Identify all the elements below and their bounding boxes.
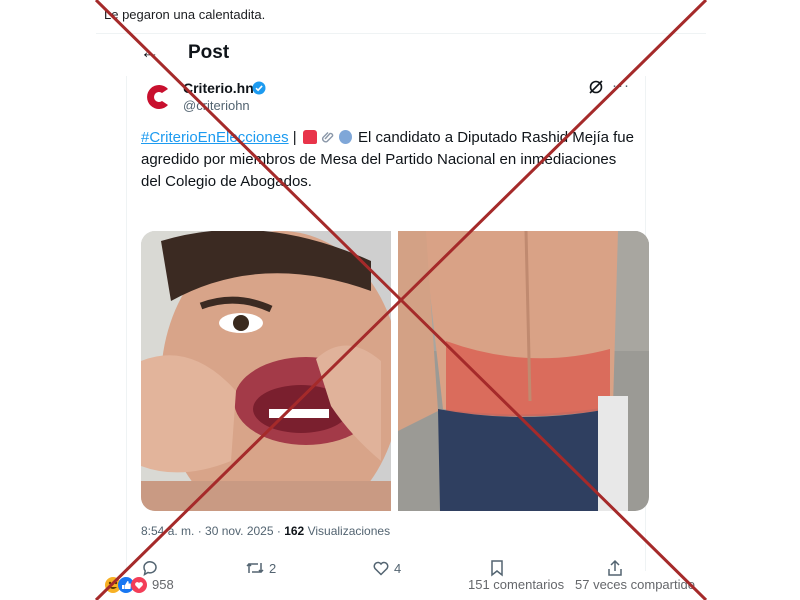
tweet-text: #CriterioEnElecciones | El candidato a D…: [141, 127, 637, 193]
comments-count[interactable]: 151 comentarios: [468, 577, 564, 592]
hashtag-link[interactable]: #CriterioEnElecciones: [141, 129, 289, 146]
grok-icon[interactable]: [588, 79, 604, 95]
views-count: 162: [284, 524, 305, 538]
paperclip-emoji: [321, 132, 334, 143]
views-label: Visualizaciones: [304, 524, 391, 538]
more-icon[interactable]: ···: [612, 77, 630, 94]
post-header: ← Post: [96, 34, 706, 76]
tweet-body: Criterio.hn @criteriohn ··· #CriterioEnE…: [126, 76, 649, 577]
tooth-emoji: [338, 130, 352, 144]
post-title: Post: [188, 42, 230, 63]
tweet-meta: 8:54 a. m. · 30 nov. 2025 · 162 Visualiz…: [141, 524, 390, 538]
facebook-post-caption: Le pegaron una calentadita.: [104, 7, 266, 22]
reactions-count[interactable]: 958: [152, 577, 174, 592]
text-separator: |: [288, 129, 301, 146]
author-handle[interactable]: @criteriohn: [183, 98, 250, 113]
x-post-card: ← Post Criterio.hn @criteriohn ··· #Crit…: [96, 33, 706, 577]
facebook-post-footer: 958 151 comentarios 57 veces compartido: [96, 572, 706, 598]
reactions-icon[interactable]: [104, 576, 148, 594]
author-name[interactable]: Criterio.hn: [183, 80, 254, 96]
media-grid: [141, 231, 649, 511]
tweet-timestamp[interactable]: 8:54 a. m. · 30 nov. 2025 ·: [141, 524, 284, 538]
shares-count[interactable]: 57 veces compartido: [575, 577, 695, 592]
photo-injured-lip[interactable]: [141, 231, 391, 511]
photo-injured-back[interactable]: [398, 231, 649, 511]
back-arrow-icon[interactable]: ←: [140, 43, 159, 63]
author-avatar[interactable]: [141, 80, 175, 114]
verified-badge-icon: [252, 81, 266, 95]
siren-emoji: [302, 130, 317, 144]
